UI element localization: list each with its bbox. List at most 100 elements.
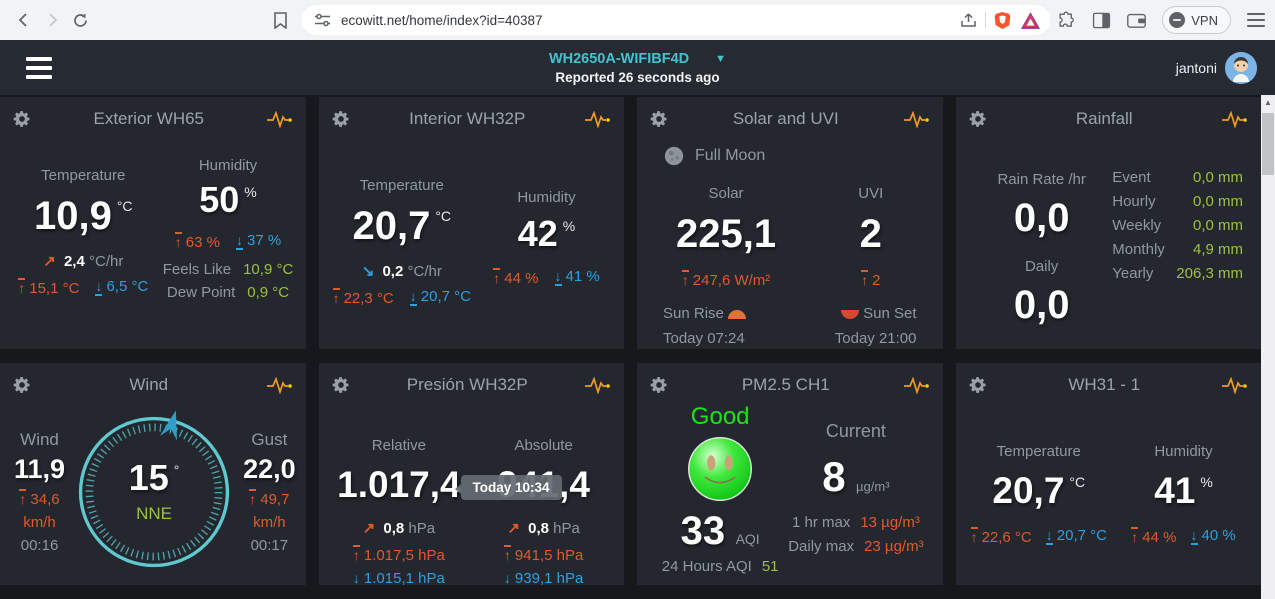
max-arrow-icon xyxy=(861,270,868,287)
history-pulse-icon[interactable] xyxy=(903,111,929,128)
browser-menu-button[interactable] xyxy=(1247,13,1265,27)
gear-icon[interactable] xyxy=(649,109,669,129)
reload-button[interactable] xyxy=(66,6,94,34)
degree-unit: ° xyxy=(174,462,180,478)
card-rainfall: Rainfall Rain Rate /hr 0,0 Daily 0,0 Eve… xyxy=(956,97,1262,349)
app-header: WH2650A-WIFIBF4D ▼ Reported 26 seconds a… xyxy=(0,40,1275,95)
humidity-unit: % xyxy=(1200,474,1212,490)
humidity-value: 41 xyxy=(1154,470,1195,511)
humidity-value: 42 xyxy=(518,213,558,254)
sidebar-icon[interactable] xyxy=(1092,11,1111,30)
humidity-value: 50 xyxy=(199,179,239,220)
gear-icon[interactable] xyxy=(968,375,988,395)
rain-daily-value: 0,0 xyxy=(1014,285,1070,325)
aqi-unit-label: AQI xyxy=(736,531,760,547)
rain-stat-row: Weekly 0,0 mm xyxy=(1112,217,1243,234)
share-icon[interactable] xyxy=(960,12,977,28)
scrollbar-track[interactable]: ▲ xyxy=(1261,95,1275,599)
pressure-time-tooltip: Today 10:34 xyxy=(461,475,562,500)
rain-weekly-label: Weekly xyxy=(1112,217,1161,234)
relative-min: 1.015,1 hPa xyxy=(353,570,445,585)
min-arrow-icon xyxy=(236,233,243,250)
daily-max-value: 23 µg/m³ xyxy=(864,538,924,555)
dew-point-value: 0,9 °C xyxy=(247,284,289,301)
app-menu-button[interactable] xyxy=(26,57,52,79)
humidity-min: 41 % xyxy=(555,268,600,287)
history-pulse-icon[interactable] xyxy=(1221,111,1247,128)
temperature-unit: °C xyxy=(1069,474,1085,490)
device-name[interactable]: WH2650A-WIFIBF4D xyxy=(549,51,689,67)
bookmark-icon[interactable] xyxy=(266,6,294,34)
absolute-min: 939,1 hPa xyxy=(504,570,583,585)
uvi-max: 2 xyxy=(861,270,880,289)
humidity-max: 44 % xyxy=(1131,527,1176,546)
day-aqi: 24 Hours AQI 51 xyxy=(662,558,779,575)
rain-yearly-value: 206,3 mm xyxy=(1176,265,1243,282)
absolute-max: 941,5 hPa xyxy=(504,545,583,564)
extensions-icon[interactable] xyxy=(1057,11,1076,30)
gear-icon[interactable] xyxy=(12,109,32,129)
card-title: Exterior WH65 xyxy=(32,109,266,129)
max-arrow-icon xyxy=(19,489,26,506)
card-title: Presión WH32P xyxy=(351,375,585,395)
min-arrow-icon xyxy=(555,269,562,286)
history-pulse-icon[interactable] xyxy=(266,377,292,394)
max-arrow-icon xyxy=(249,489,256,506)
history-pulse-icon[interactable] xyxy=(266,111,292,128)
min-arrow-icon xyxy=(353,571,360,585)
min-arrow-icon xyxy=(95,279,102,296)
gear-icon[interactable] xyxy=(331,375,351,395)
history-pulse-icon[interactable] xyxy=(1221,377,1247,394)
sunrise-time: Today 07:24 xyxy=(663,330,746,347)
scrollbar-up-arrow[interactable]: ▲ xyxy=(1261,95,1275,109)
avatar[interactable] xyxy=(1225,52,1257,84)
brave-shield-icon[interactable] xyxy=(994,11,1011,30)
rain-rate-value: 0,0 xyxy=(1014,198,1070,238)
solar-value: 225,1 xyxy=(676,212,776,256)
temperature-value: 20,7 xyxy=(352,204,430,248)
rain-monthly-value: 4,9 mm xyxy=(1193,241,1243,258)
humidity-unit: % xyxy=(563,218,575,234)
wallet-icon[interactable] xyxy=(1127,12,1146,29)
user-menu[interactable]: jantoni xyxy=(1176,52,1257,84)
site-settings-icon[interactable] xyxy=(314,13,331,27)
rain-event-value: 0,0 mm xyxy=(1193,169,1243,186)
url-text[interactable]: ecowitt.net/home/index?id=40387 xyxy=(341,13,960,28)
wind-direction: NNE xyxy=(136,504,172,524)
sunset-label: Sun Set xyxy=(863,305,916,322)
current-unit: µg/m³ xyxy=(856,479,890,494)
temperature-max: 15,1 °C xyxy=(18,278,79,297)
min-arrow-icon xyxy=(410,289,417,306)
gear-icon[interactable] xyxy=(968,109,988,129)
rain-yearly-label: Yearly xyxy=(1112,265,1153,282)
gear-icon[interactable] xyxy=(12,375,32,395)
device-selector[interactable]: WH2650A-WIFIBF4D ▼ xyxy=(549,51,726,67)
sunrise-icon xyxy=(728,310,746,319)
history-pulse-icon[interactable] xyxy=(584,377,610,394)
humidity-max: 63 % xyxy=(175,232,220,251)
gear-icon[interactable] xyxy=(649,375,669,395)
temperature-min: 20,7 °C xyxy=(410,288,471,307)
gear-icon[interactable] xyxy=(331,109,351,129)
temperature-value: 20,7 xyxy=(992,470,1064,511)
history-pulse-icon[interactable] xyxy=(903,377,929,394)
card-pressure-wh32p: Presión WH32P Today 10:34 Relative 1.017… xyxy=(319,363,625,585)
username[interactable]: jantoni xyxy=(1176,60,1217,76)
address-bar[interactable]: ecowitt.net/home/index?id=40387 xyxy=(302,5,1050,35)
chevron-down-icon[interactable]: ▼ xyxy=(715,53,726,65)
history-pulse-icon[interactable] xyxy=(584,111,610,128)
humidity-min: 37 % xyxy=(236,232,281,251)
solar-label: Solar xyxy=(709,185,744,202)
relative-trend: 0,8 hPa xyxy=(363,519,435,537)
scrollbar-thumb[interactable] xyxy=(1262,113,1274,175)
temperature-max: 22,6 °C xyxy=(971,527,1032,546)
sunset-icon xyxy=(841,310,859,319)
forward-button[interactable] xyxy=(38,6,66,34)
back-button[interactable] xyxy=(10,6,38,34)
brave-rewards-bat-icon[interactable] xyxy=(1021,12,1040,29)
browser-toolbar: ecowitt.net/home/index?id=40387 VPN xyxy=(0,0,1275,40)
rain-stat-row: Hourly 0,0 mm xyxy=(1112,193,1243,210)
vpn-button[interactable]: VPN xyxy=(1162,6,1231,34)
rain-hourly-label: Hourly xyxy=(1112,193,1155,210)
card-wind: Wind Wind 11,9 34,6 km/h 00:16 15° xyxy=(0,363,306,585)
